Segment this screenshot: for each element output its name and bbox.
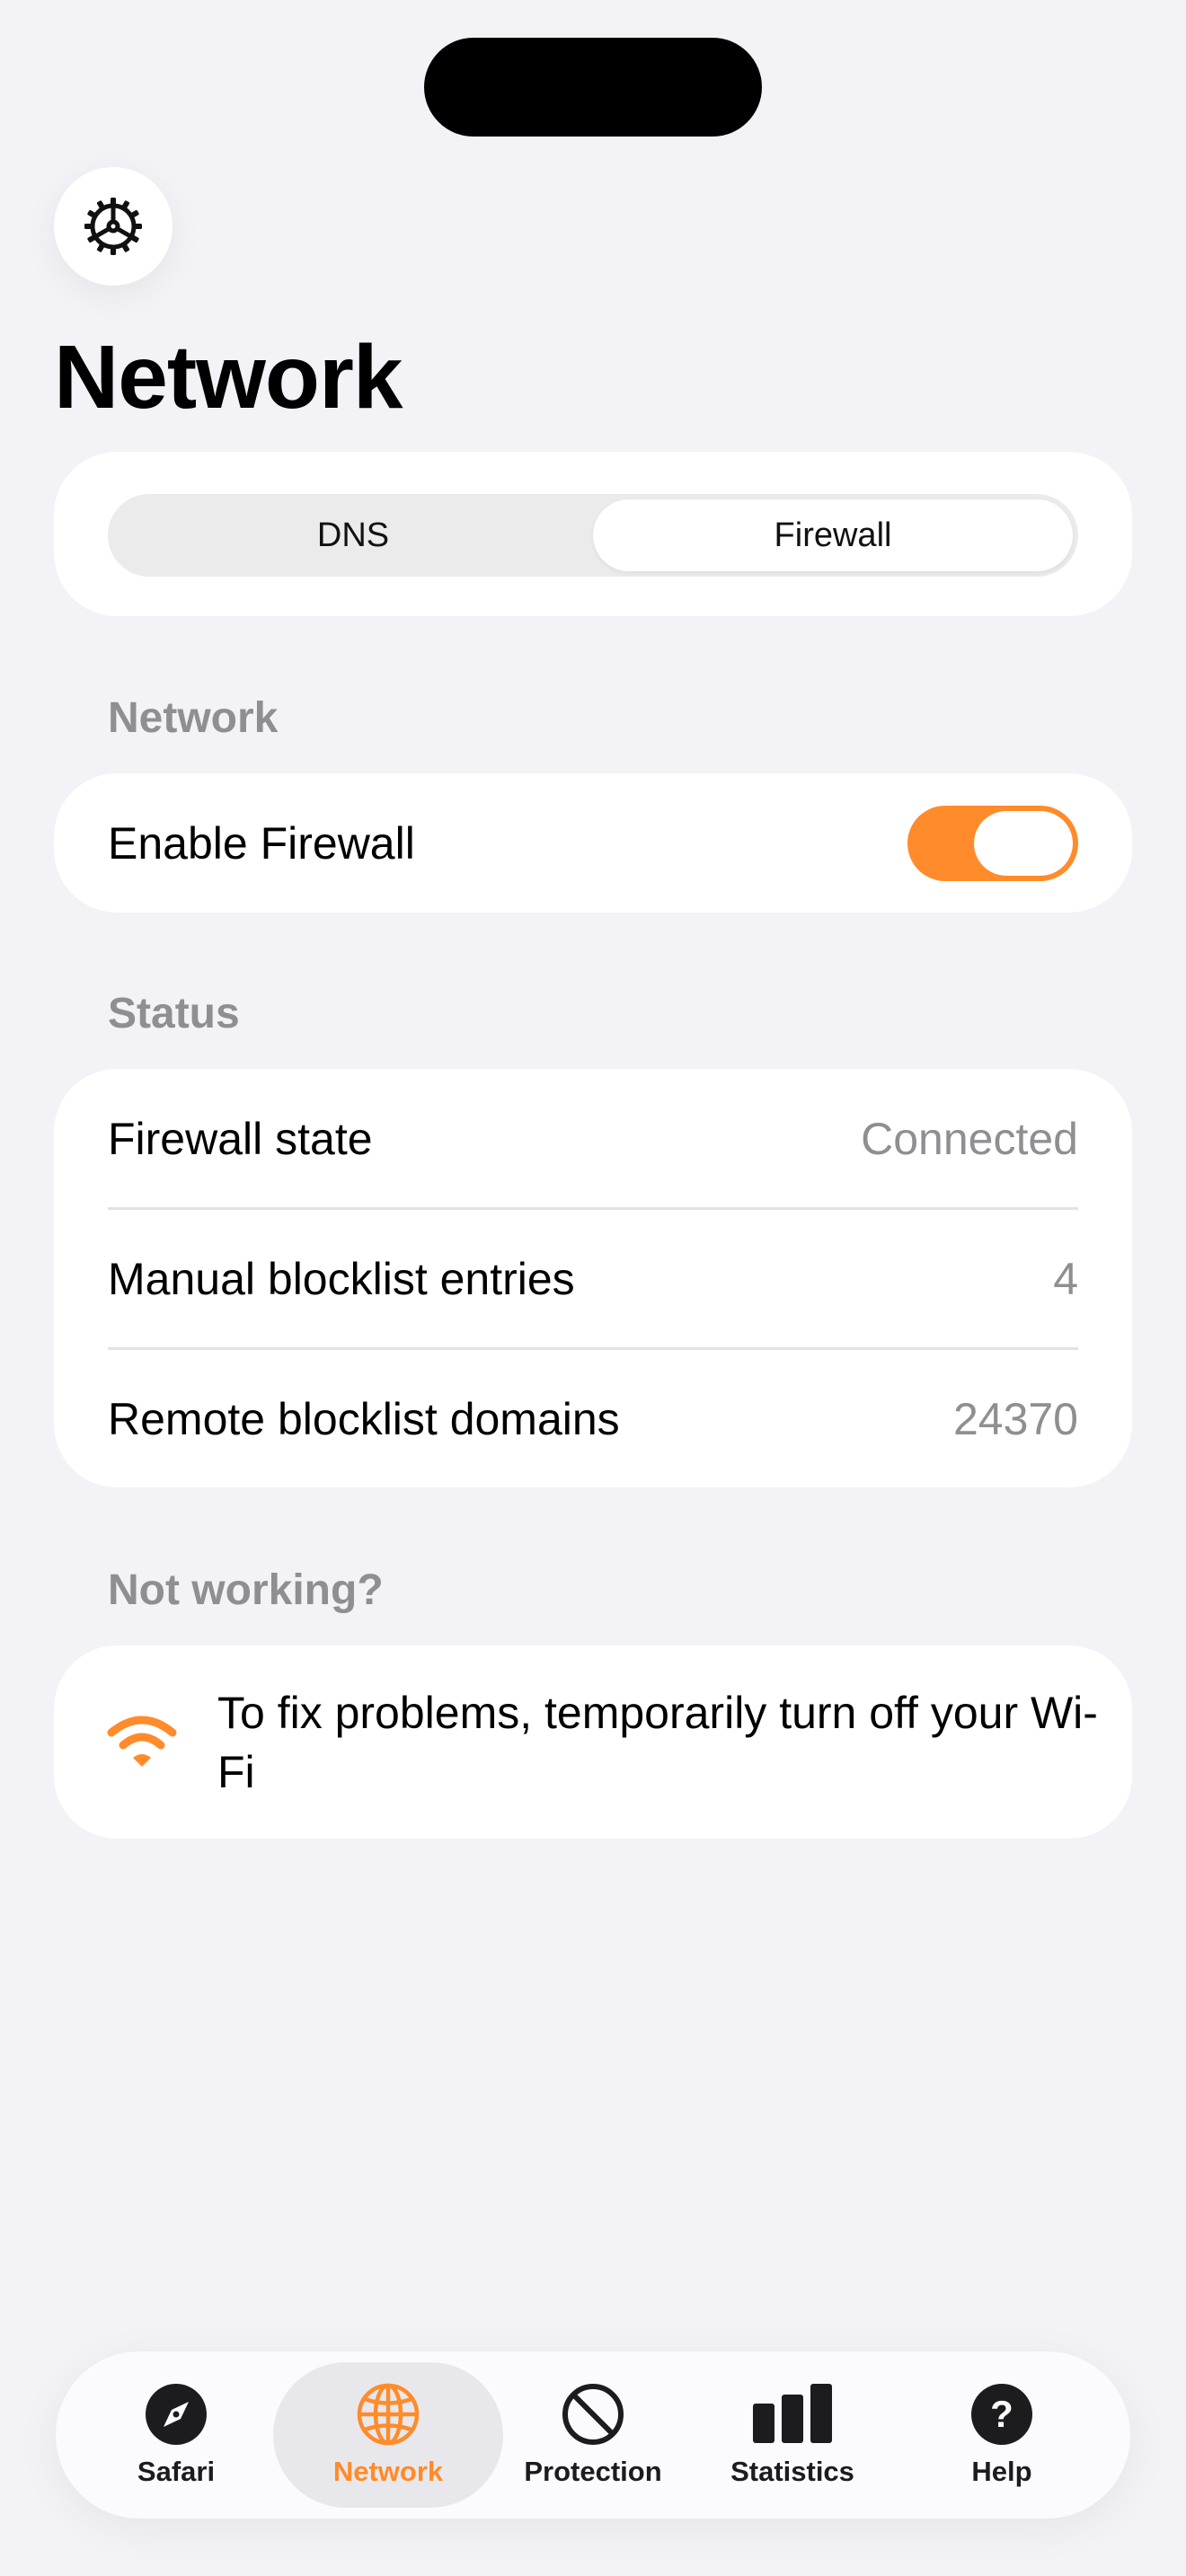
enable-firewall-toggle[interactable] <box>907 805 1078 881</box>
wifi-icon <box>107 1716 177 1767</box>
tab-label: Network <box>332 2456 444 2487</box>
status-row-firewall-state: Firewall state Connected <box>108 1069 1078 1208</box>
screen: Network DNS Firewall Network Enable Fire… <box>0 0 1186 2576</box>
segment-dns[interactable]: DNS <box>113 499 593 571</box>
status-value: 4 <box>1053 1254 1078 1304</box>
globe-icon <box>357 2383 420 2446</box>
svg-text:?: ? <box>990 2393 1013 2435</box>
segment-firewall[interactable]: Firewall <box>593 499 1073 571</box>
tab-label: Protection <box>524 2456 662 2487</box>
wifi-help-card[interactable]: To fix problems, temporarily turn off yo… <box>54 1645 1132 1839</box>
enable-firewall-row: Enable Firewall <box>108 773 1078 913</box>
settings-button[interactable] <box>54 167 173 286</box>
tab-protection[interactable]: Protection <box>512 2362 674 2508</box>
section-header-status: Status <box>108 990 240 1037</box>
tab-help[interactable]: ? Help <box>934 2362 1069 2508</box>
tab-network[interactable]: Network <box>273 2362 503 2508</box>
tab-statistics[interactable]: Statistics <box>703 2362 882 2508</box>
tab-label: Statistics <box>730 2456 854 2487</box>
status-value: Connected <box>861 1113 1078 1164</box>
section-header-not-working: Not working? <box>108 1566 384 1614</box>
tab-label: Safari <box>137 2456 216 2487</box>
compass-icon <box>146 2384 207 2445</box>
tab-safari[interactable]: Safari <box>99 2362 253 2508</box>
status-row-remote-blocklist: Remote blocklist domains 24370 <box>108 1350 1078 1487</box>
tab-bar: Safari Network Protection Statistics ? H… <box>56 2351 1130 2519</box>
tab-label: Help <box>971 2456 1032 2487</box>
bar-chart-icon <box>753 2384 832 2443</box>
enable-firewall-card: Enable Firewall <box>54 773 1132 913</box>
page-title: Network <box>54 327 403 428</box>
status-value: 24370 <box>952 1393 1078 1444</box>
status-label: Firewall state <box>108 1113 373 1164</box>
section-header-network: Network <box>108 694 279 742</box>
question-icon: ? <box>971 2384 1032 2445</box>
segmented-control: DNS Firewall <box>108 494 1078 577</box>
enable-firewall-label: Enable Firewall <box>108 817 415 869</box>
segment-card: DNS Firewall <box>54 452 1132 616</box>
gear-icon <box>84 198 142 255</box>
status-row-manual-blocklist: Manual blocklist entries 4 <box>108 1210 1078 1348</box>
status-label: Manual blocklist entries <box>108 1254 575 1304</box>
prohibit-icon <box>562 2384 624 2445</box>
toggle-knob <box>974 810 1073 876</box>
status-card: Firewall state Connected Manual blocklis… <box>54 1069 1132 1487</box>
status-label: Remote blocklist domains <box>108 1393 620 1444</box>
dynamic-island <box>424 38 762 137</box>
wifi-help-text: To fix problems, temporarily turn off yo… <box>217 1688 1098 1797</box>
